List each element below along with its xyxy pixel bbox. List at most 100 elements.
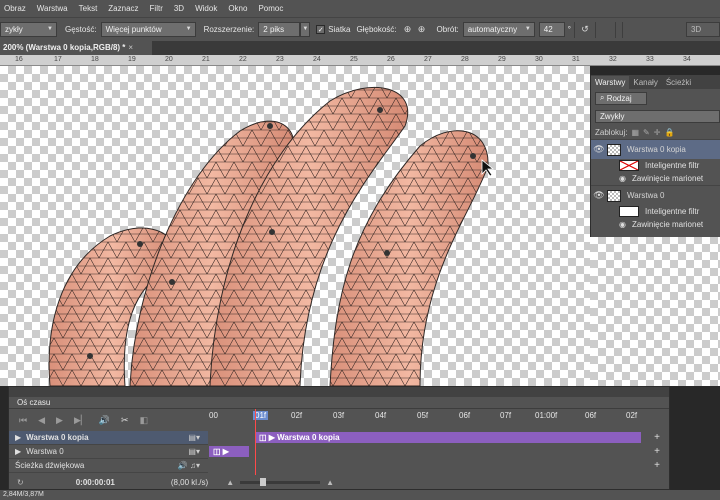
- add-media-button[interactable]: +: [645, 432, 669, 443]
- render-icon[interactable]: ↻: [17, 478, 24, 487]
- lock-pixels-icon[interactable]: ▦: [631, 128, 639, 137]
- expansion-input[interactable]: 2 piks: [258, 22, 301, 37]
- tab-sciezki[interactable]: Ścieżki: [662, 76, 695, 89]
- menu-bar: Obraz Warstwa Tekst Zaznacz Filtr 3D Wid…: [0, 0, 720, 17]
- timeline-tab[interactable]: Oś czasu: [9, 397, 669, 409]
- lock-position-icon[interactable]: ✛: [654, 128, 661, 137]
- divider: [614, 21, 616, 38]
- mode-select[interactable]: zykły ▼: [0, 22, 57, 37]
- zoom-in-icon[interactable]: ▲: [326, 478, 334, 487]
- ruler-tick: 18: [91, 56, 99, 63]
- play-icon[interactable]: ▶: [56, 415, 63, 426]
- playhead-line[interactable]: [255, 409, 256, 475]
- menu-item-pomoc[interactable]: Pomoc: [258, 4, 283, 13]
- layer-row-warstwa-0-kopia[interactable]: 👁 Warstwa 0 kopia: [591, 139, 720, 159]
- menu-item-tekst[interactable]: Tekst: [79, 4, 98, 13]
- track-name: Ścieżka dźwiękowa: [15, 461, 85, 470]
- audio-icon[interactable]: 🔊: [99, 415, 110, 426]
- previous-frame-icon[interactable]: ◀: [38, 415, 45, 426]
- filter-mask-thumbnail: [619, 206, 639, 217]
- expansion-dropdown[interactable]: ▼: [300, 22, 311, 37]
- timeline-tick: 03f: [333, 411, 345, 420]
- puppet-warp-row[interactable]: ◉ Zawinięcie marionet: [591, 218, 720, 231]
- track-row-audio[interactable]: Ścieżka dźwiękowa 🔊 ♫▾: [9, 459, 208, 473]
- film-strip-icon[interactable]: ▤▾: [188, 447, 200, 456]
- eye-icon[interactable]: 👁: [591, 190, 607, 201]
- expand-arrow-icon[interactable]: ▶: [15, 433, 21, 442]
- document-tab-bar: 200% (Warstwa 0 kopia,RGB/8) * ×: [0, 41, 720, 55]
- expand-arrow-icon[interactable]: ▶: [15, 447, 21, 456]
- document-canvas[interactable]: [0, 66, 590, 386]
- workspace-3d-button[interactable]: 3D: [685, 22, 720, 37]
- tab-warstwy[interactable]: Warstwy: [591, 76, 630, 89]
- puppet-warp-row[interactable]: ◉ Zawinięcie marionet: [591, 172, 720, 185]
- ruler-tick: 23: [276, 56, 284, 63]
- layer-name[interactable]: Warstwa 0 kopia: [627, 145, 686, 154]
- menu-item-widok[interactable]: Widok: [195, 4, 217, 13]
- next-frame-icon[interactable]: ▶▏: [74, 415, 88, 426]
- mode-value: zykły: [5, 25, 23, 34]
- chevron-down-icon: ▼: [185, 26, 192, 32]
- smart-filter-row[interactable]: Inteligentne filtr: [591, 205, 720, 218]
- layer-name[interactable]: Warstwa 0: [627, 191, 665, 200]
- clip-warstwa-0[interactable]: ◫ ▶: [209, 446, 249, 457]
- mesh-checkbox[interactable]: ✓: [316, 25, 326, 34]
- eye-icon[interactable]: ◉: [619, 174, 626, 183]
- zoom-out-icon[interactable]: ▲: [226, 478, 234, 487]
- menu-item-zaznacz[interactable]: Zaznacz: [108, 4, 138, 13]
- tab-kanaly[interactable]: Kanały: [629, 76, 661, 89]
- timeline-tick: 07f: [500, 411, 512, 420]
- split-scissors-icon[interactable]: ✂: [121, 415, 129, 426]
- menu-item-obraz[interactable]: Obraz: [4, 4, 26, 13]
- puppet-warp-label: Zawinięcie marionet: [631, 220, 704, 229]
- kind-filter-select[interactable]: ⌕ Rodzaj: [595, 91, 647, 105]
- audio-track-icon[interactable]: 🔊 ♫▾: [178, 461, 200, 470]
- clip-warstwa-0-kopia[interactable]: ◫ ▶ Warstwa 0 kopia: [255, 432, 641, 443]
- first-frame-icon[interactable]: ⏮: [19, 415, 27, 426]
- close-icon[interactable]: ×: [128, 43, 133, 52]
- ruler-tick: 27: [424, 56, 432, 63]
- timeline-tick: 06f: [459, 411, 471, 420]
- add-audio-button[interactable]: +: [645, 460, 669, 471]
- lock-all-icon[interactable]: 🔒: [664, 128, 674, 137]
- rotate-select[interactable]: automatyczny ▼: [462, 22, 535, 37]
- document-tab[interactable]: 200% (Warstwa 0 kopia,RGB/8) * ×: [0, 41, 152, 55]
- ruler-tick: 16: [15, 56, 23, 63]
- menu-item-3d[interactable]: 3D: [174, 4, 184, 13]
- zoom-slider-handle[interactable]: [260, 477, 267, 486]
- density-select[interactable]: Więcej punktów ▼: [100, 22, 196, 37]
- eye-icon[interactable]: ◉: [619, 220, 626, 229]
- blend-mode-select[interactable]: Zwykły: [595, 109, 720, 123]
- add-media-button[interactable]: +: [645, 446, 669, 457]
- layer-thumbnail: [607, 143, 621, 156]
- divider: [621, 21, 623, 38]
- timeline-tracks: ◫ ▶ Warstwa 0 kopia ◫ ▶: [209, 431, 641, 475]
- film-strip-icon[interactable]: ▤▾: [188, 433, 200, 442]
- layers-panel: Warstwy Kanały Ścieżki ⌕ Rodzaj Zwykły Z…: [590, 75, 720, 237]
- lock-label: Zablokuj:: [595, 127, 628, 137]
- eye-icon[interactable]: 👁: [591, 144, 607, 155]
- menu-item-okno[interactable]: Okno: [228, 4, 247, 13]
- menu-item-warstwa[interactable]: Warstwa: [37, 4, 68, 13]
- undo-icon[interactable]: ↺: [578, 23, 592, 37]
- workspace-3d-label: 3D: [690, 25, 702, 34]
- timeline-header: [9, 387, 669, 397]
- pin-forward-icon[interactable]: ⊕: [401, 23, 415, 37]
- menu-item-filtr[interactable]: Filtr: [150, 4, 163, 13]
- timeline-ruler[interactable]: 00 01f 02f 03f 04f 05f 06f 07f 01:00f 06…: [209, 409, 641, 427]
- timeline-tick: 04f: [375, 411, 387, 420]
- angle-input[interactable]: 42: [538, 22, 565, 37]
- status-bar: 2,84M/3,87M: [0, 490, 720, 500]
- pin-backward-icon[interactable]: ⊕: [415, 23, 429, 37]
- timeline-tick: 06f: [585, 411, 597, 420]
- canvas-right-area[interactable]: [590, 236, 720, 386]
- timeline-title: Oś czasu: [17, 398, 51, 407]
- lock-brush-icon[interactable]: ✎: [643, 128, 650, 137]
- smart-filter-row[interactable]: Inteligentne filtr: [591, 159, 720, 172]
- track-row-warstwa-0[interactable]: ▶ Warstwa 0 ▤▾: [9, 445, 208, 459]
- chevron-down-icon: ▼: [302, 26, 309, 32]
- layer-row-warstwa-0[interactable]: 👁 Warstwa 0: [591, 185, 720, 205]
- transition-icon[interactable]: ◧: [140, 415, 149, 426]
- track-row-warstwa-0-kopia[interactable]: ▶ Warstwa 0 kopia ▤▾: [9, 431, 208, 445]
- zoom-slider[interactable]: [240, 477, 321, 486]
